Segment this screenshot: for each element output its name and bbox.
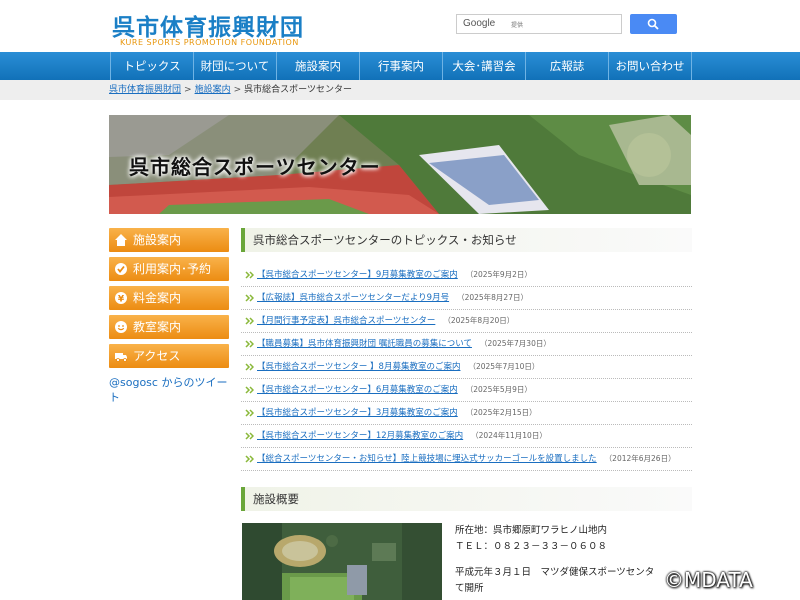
topic-link[interactable]: 【呉市総合スポーツセンター】12月募集教室のご案内 bbox=[257, 431, 463, 441]
breadcrumb-current: 呉市総合スポーツセンター bbox=[244, 85, 352, 95]
double-chevron-icon bbox=[245, 340, 254, 348]
sidebar-item-label: 施設案内 bbox=[133, 233, 182, 247]
topic-date: （2025年7月10日） bbox=[468, 362, 540, 371]
nav-item-tournaments[interactable]: 大会･講習会 bbox=[442, 52, 525, 80]
site-logo-subtitle: KURE SPORTS PROMOTION FOUNDATION bbox=[120, 38, 299, 47]
double-chevron-icon bbox=[245, 317, 254, 325]
svg-text:¥: ¥ bbox=[118, 295, 125, 305]
topic-link[interactable]: 【呉市総合スポーツセンター】9月募集教室のご案内 bbox=[257, 270, 458, 280]
list-item[interactable]: 【呉市総合スポーツセンター】6月募集教室のご案内 （2025年5月9日） bbox=[241, 379, 692, 402]
sidebar-item-classes[interactable]: 教室案内 bbox=[109, 315, 229, 339]
facility-address: 所在地：呉市郷原町ワラヒノ山地内 bbox=[455, 525, 608, 536]
list-item[interactable]: 【呉市総合スポーツセンター】12月募集教室のご案内 （2024年11月10日） bbox=[241, 425, 692, 448]
topic-link[interactable]: 【呉市総合スポーツセンター】6月募集教室のご案内 bbox=[257, 385, 458, 395]
double-chevron-icon bbox=[245, 294, 254, 302]
double-chevron-icon bbox=[245, 386, 254, 394]
home-icon bbox=[115, 234, 127, 246]
list-item[interactable]: 【呉市総合スポーツセンター】3月募集教室のご案内 （2025年2月15日） bbox=[241, 402, 692, 425]
topic-date: （2025年5月9日） bbox=[465, 385, 532, 394]
topic-date: （2012年6月26日） bbox=[604, 454, 676, 463]
list-item[interactable]: 【職員募集】呉市体育振興財団 嘱託職員の募集について （2025年7月30日） bbox=[241, 333, 692, 356]
topics-list: 【呉市総合スポーツセンター】9月募集教室のご案内 （2025年9月2日） 【広報誌… bbox=[241, 264, 692, 471]
facility-history-cont: て開所 bbox=[455, 583, 484, 594]
topic-date: （2025年8月27日） bbox=[457, 293, 528, 302]
yen-icon: ¥ bbox=[115, 292, 127, 305]
search-input[interactable]: Google 提供 bbox=[456, 14, 622, 34]
topic-link[interactable]: 【呉市総合スポーツセンター】3月募集教室のご案内 bbox=[257, 408, 458, 418]
main-nav: トピックス 財団について 施設案内 行事案内 大会･講習会 広報誌 お問い合わせ bbox=[0, 52, 800, 80]
nav-item-contact[interactable]: お問い合わせ bbox=[608, 52, 692, 80]
list-item[interactable]: 【月間行事予定表】呉市総合スポーツセンター （2025年8月20日） bbox=[241, 310, 692, 333]
watermark: ©MDATA bbox=[664, 568, 753, 592]
list-item[interactable]: 【呉市総合スポーツセンター 】8月募集教室のご案内 （2025年7月10日） bbox=[241, 356, 692, 379]
nav-item-newsletter[interactable]: 広報誌 bbox=[525, 52, 608, 80]
list-item[interactable]: 【総合スポーツセンター・お知らせ】陸上競技場に埋込式サッカーゴールを設置しました… bbox=[241, 448, 692, 471]
search-provided-label: 提供 bbox=[511, 22, 524, 29]
double-chevron-icon bbox=[245, 455, 254, 463]
breadcrumb-separator: > bbox=[184, 85, 192, 95]
facility-tel: ＴＥＬ：０８２３－３３－０６０８ bbox=[455, 541, 608, 552]
check-circle-icon bbox=[115, 263, 127, 275]
double-chevron-icon bbox=[245, 271, 254, 279]
search-icon bbox=[647, 18, 659, 30]
twitter-timeline-link[interactable]: @sogosc からのツイート bbox=[109, 375, 229, 405]
breadcrumb-facilities-link[interactable]: 施設案内 bbox=[195, 85, 231, 95]
google-brand-label: Google bbox=[463, 18, 496, 29]
topic-link[interactable]: 【月間行事予定表】呉市総合スポーツセンター bbox=[257, 316, 435, 326]
double-chevron-icon bbox=[245, 432, 254, 440]
sidebar-item-label: 料金案内 bbox=[133, 291, 182, 305]
search-button[interactable] bbox=[630, 14, 677, 34]
topic-link[interactable]: 【総合スポーツセンター・お知らせ】陸上競技場に埋込式サッカーゴールを設置しました bbox=[257, 454, 597, 464]
topic-date: （2024年11月10日） bbox=[471, 431, 547, 440]
topic-link[interactable]: 【広報誌】呉市総合スポーツセンターだより9月号 bbox=[257, 293, 449, 303]
facility-info: 所在地：呉市郷原町ワラヒノ山地内 ＴＥＬ：０８２３－３３－０６０８ 平成元年３月… bbox=[455, 523, 665, 597]
list-item[interactable]: 【広報誌】呉市総合スポーツセンターだより9月号 （2025年8月27日） bbox=[241, 287, 692, 310]
nav-item-topics[interactable]: トピックス bbox=[110, 52, 193, 80]
site-logo[interactable]: 呉市体育振興財団 bbox=[112, 8, 304, 42]
sidebar-item-fees[interactable]: ¥ 料金案内 bbox=[109, 286, 229, 310]
sidebar-item-label: 教室案内 bbox=[133, 320, 182, 334]
topic-date: （2025年2月15日） bbox=[465, 408, 537, 417]
topic-link[interactable]: 【呉市総合スポーツセンター 】8月募集教室のご案内 bbox=[257, 362, 460, 372]
sidebar-item-label: 利用案内･予約 bbox=[133, 262, 212, 276]
double-chevron-icon bbox=[245, 363, 254, 371]
sidebar-item-access[interactable]: アクセス bbox=[109, 344, 229, 368]
sidebar-item-label: アクセス bbox=[133, 349, 181, 363]
facility-aerial-image bbox=[242, 523, 442, 600]
banner-title: 呉市総合スポーツセンター bbox=[129, 155, 381, 179]
topic-link[interactable]: 【職員募集】呉市体育振興財団 嘱託職員の募集について bbox=[257, 339, 472, 349]
sidebar-item-facility-info[interactable]: 施設案内 bbox=[109, 228, 229, 252]
page-banner: 呉市総合スポーツセンター bbox=[109, 115, 691, 214]
breadcrumb-separator: > bbox=[233, 85, 242, 95]
nav-item-about[interactable]: 財団について bbox=[193, 52, 276, 80]
nav-item-facilities[interactable]: 施設案内 bbox=[276, 52, 359, 80]
site-header: 呉市体育振興財団 KURE SPORTS PROMOTION FOUNDATIO… bbox=[0, 0, 800, 52]
facility-aerial-photo bbox=[242, 523, 442, 600]
truck-icon bbox=[115, 353, 127, 362]
double-chevron-icon bbox=[245, 409, 254, 417]
topics-heading: 呉市総合スポーツセンターのトピックス・お知らせ bbox=[241, 228, 692, 252]
breadcrumb-home-link[interactable]: 呉市体育振興財団 bbox=[109, 85, 181, 95]
topic-date: （2025年7月30日） bbox=[479, 339, 551, 348]
sidebar-item-usage[interactable]: 利用案内･予約 bbox=[109, 257, 229, 281]
topic-date: （2025年9月2日） bbox=[465, 270, 532, 279]
facility-heading: 施設概要 bbox=[241, 487, 692, 511]
breadcrumb: 呉市体育振興財団 > 施設案内 > 呉市総合スポーツセンター bbox=[0, 80, 800, 100]
facility-history: 平成元年３月１日 マツダ健保スポーツセンタ bbox=[455, 567, 655, 578]
list-item[interactable]: 【呉市総合スポーツセンター】9月募集教室のご案内 （2025年9月2日） bbox=[241, 264, 692, 287]
smile-icon bbox=[115, 321, 127, 333]
topic-date: （2025年8月20日） bbox=[443, 316, 515, 325]
nav-item-events[interactable]: 行事案内 bbox=[359, 52, 442, 80]
